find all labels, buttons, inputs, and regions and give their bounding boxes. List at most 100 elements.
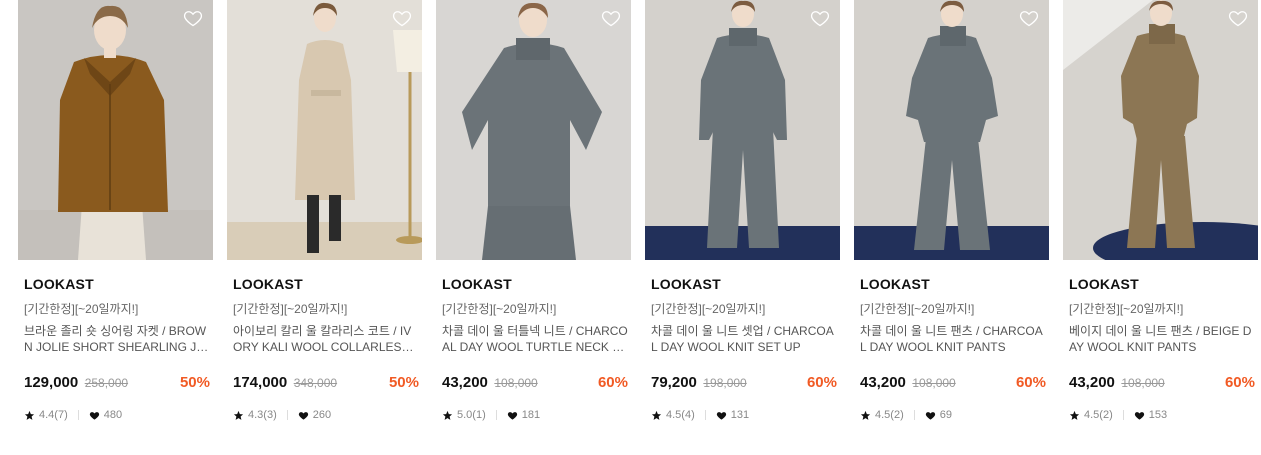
sale-price: 43,200 <box>442 374 488 391</box>
discount-rate: 50% <box>388 374 419 391</box>
price-row: 43,200 108,000 60% <box>860 373 1046 393</box>
original-price: 108,000 <box>912 376 956 390</box>
like-count: 153 <box>1148 409 1168 421</box>
product-image[interactable] <box>227 0 422 260</box>
product-stats: 4.5(2) 69 <box>860 408 1046 422</box>
star-icon <box>860 410 871 421</box>
wishlist-heart-icon[interactable] <box>1019 8 1039 28</box>
promo-label: [기간한정][~20일까지!] <box>860 302 975 316</box>
discount-rate: 60% <box>1224 374 1255 391</box>
like-count: 131 <box>730 409 750 421</box>
product-name[interactable]: 차콜 데이 울 니트 셋업 / CHARCOAL DAY WOOL KNIT S… <box>651 323 837 355</box>
original-price: 108,000 <box>1121 376 1165 390</box>
discount-rate: 60% <box>1015 374 1046 391</box>
promo-label: [기간한정][~20일까지!] <box>1069 302 1184 316</box>
like-count: 480 <box>103 409 123 421</box>
product-info: LOOKAST [기간한정][~20일까지!] 차콜 데이 울 니트 팬츠 / … <box>860 275 1046 422</box>
wishlist-heart-icon[interactable] <box>1228 8 1248 28</box>
sale-price: 79,200 <box>651 374 697 391</box>
wishlist-heart-icon[interactable] <box>183 8 203 28</box>
star-icon <box>24 410 35 421</box>
product-info: LOOKAST [기간한정][~20일까지!] 차콜 데이 울 니트 셋업 / … <box>651 275 837 422</box>
product-info: LOOKAST [기간한정][~20일까지!] 차콜 데이 울 터틀넥 니트 /… <box>442 275 628 422</box>
heart-filled-icon <box>298 410 309 421</box>
product-image[interactable] <box>18 0 213 260</box>
product-card[interactable]: LOOKAST [기간한정][~20일까지!] 차콜 데이 울 니트 셋업 / … <box>645 0 840 440</box>
sale-price: 174,000 <box>233 374 288 391</box>
product-name[interactable]: 브라운 졸리 숏 싱어링 자켓 / BROWN JOLIE SHORT SHEA… <box>24 323 210 355</box>
rating-value: 4.5(4) <box>666 409 695 421</box>
brand-name[interactable]: LOOKAST <box>651 275 837 293</box>
brand-name[interactable]: LOOKAST <box>1069 275 1255 293</box>
discount-rate: 60% <box>597 374 628 391</box>
product-stats: 4.4(7) 480 <box>24 408 210 422</box>
product-info: LOOKAST [기간한정][~20일까지!] 아이보리 칼리 울 칼라리스 코… <box>233 275 419 422</box>
sale-price: 43,200 <box>860 374 906 391</box>
like-count: 181 <box>521 409 541 421</box>
product-name[interactable]: 베이지 데이 울 니트 팬츠 / BEIGE DAY WOOL KNIT PAN… <box>1069 323 1255 355</box>
product-info: LOOKAST [기간한정][~20일까지!] 베이지 데이 울 니트 팬츠 /… <box>1069 275 1255 422</box>
wishlist-heart-icon[interactable] <box>392 8 412 28</box>
promo-label: [기간한정][~20일까지!] <box>651 302 766 316</box>
price-row: 43,200 108,000 60% <box>442 373 628 393</box>
stats-divider <box>1122 410 1124 420</box>
star-icon <box>233 410 244 421</box>
heart-filled-icon <box>1134 410 1145 421</box>
sale-price: 129,000 <box>24 374 79 391</box>
original-price: 348,000 <box>293 376 338 390</box>
product-card[interactable]: LOOKAST [기간한정][~20일까지!] 차콜 데이 울 터틀넥 니트 /… <box>436 0 631 440</box>
brand-name[interactable]: LOOKAST <box>860 275 1046 293</box>
discount-rate: 60% <box>806 374 837 391</box>
brand-name[interactable]: LOOKAST <box>24 275 210 293</box>
wishlist-heart-icon[interactable] <box>810 8 830 28</box>
price-row: 43,200 108,000 60% <box>1069 373 1255 393</box>
stats-divider <box>77 410 79 420</box>
product-image[interactable] <box>1063 0 1258 260</box>
discount-rate: 50% <box>179 374 210 391</box>
star-icon <box>1069 410 1080 421</box>
sale-price: 43,200 <box>1069 374 1115 391</box>
like-count: 260 <box>312 409 332 421</box>
star-icon <box>651 410 662 421</box>
original-price: 108,000 <box>494 376 538 390</box>
price-row: 79,200 198,000 60% <box>651 373 837 393</box>
star-icon <box>442 410 453 421</box>
product-card[interactable]: LOOKAST [기간한정][~20일까지!] 브라운 졸리 숏 싱어링 자켓 … <box>18 0 213 440</box>
heart-filled-icon <box>89 410 100 421</box>
like-count: 69 <box>939 409 952 421</box>
product-grid: LOOKAST [기간한정][~20일까지!] 브라운 졸리 숏 싱어링 자켓 … <box>0 0 1261 455</box>
rating-value: 5.0(1) <box>457 409 486 421</box>
heart-filled-icon <box>716 410 727 421</box>
product-stats: 4.3(3) 260 <box>233 408 419 422</box>
promo-label: [기간한정][~20일까지!] <box>233 302 348 316</box>
price-row: 174,000 348,000 50% <box>233 373 419 393</box>
product-card[interactable]: LOOKAST [기간한정][~20일까지!] 차콜 데이 울 니트 팬츠 / … <box>854 0 1049 440</box>
brand-name[interactable]: LOOKAST <box>442 275 628 293</box>
rating-value: 4.5(2) <box>1084 409 1113 421</box>
stats-divider <box>704 410 706 420</box>
product-image[interactable] <box>645 0 840 260</box>
heart-filled-icon <box>925 410 936 421</box>
original-price: 258,000 <box>84 376 129 390</box>
rating-value: 4.5(2) <box>875 409 904 421</box>
wishlist-heart-icon[interactable] <box>601 8 621 28</box>
product-name[interactable]: 아이보리 칼리 울 칼라리스 코트 / IVORY KALI WOOL COLL… <box>233 323 419 355</box>
product-image[interactable] <box>854 0 1049 260</box>
rating-value: 4.4(7) <box>39 409 68 421</box>
stats-divider <box>286 410 288 420</box>
rating-value: 4.3(3) <box>248 409 277 421</box>
promo-label: [기간한정][~20일까지!] <box>442 302 557 316</box>
stats-divider <box>495 410 497 420</box>
product-image[interactable] <box>436 0 631 260</box>
stats-divider <box>913 410 915 420</box>
product-name[interactable]: 차콜 데이 울 니트 팬츠 / CHARCOAL DAY WOOL KNIT P… <box>860 323 1046 355</box>
brand-name[interactable]: LOOKAST <box>233 275 419 293</box>
heart-filled-icon <box>507 410 518 421</box>
product-card[interactable]: LOOKAST [기간한정][~20일까지!] 베이지 데이 울 니트 팬츠 /… <box>1063 0 1258 440</box>
product-stats: 4.5(4) 131 <box>651 408 837 422</box>
product-name[interactable]: 차콜 데이 울 터틀넥 니트 / CHARCOAL DAY WOOL TURTL… <box>442 323 628 355</box>
product-card[interactable]: LOOKAST [기간한정][~20일까지!] 아이보리 칼리 울 칼라리스 코… <box>227 0 422 440</box>
price-row: 129,000 258,000 50% <box>24 373 210 393</box>
product-info: LOOKAST [기간한정][~20일까지!] 브라운 졸리 숏 싱어링 자켓 … <box>24 275 210 422</box>
product-stats: 4.5(2) 153 <box>1069 408 1255 422</box>
